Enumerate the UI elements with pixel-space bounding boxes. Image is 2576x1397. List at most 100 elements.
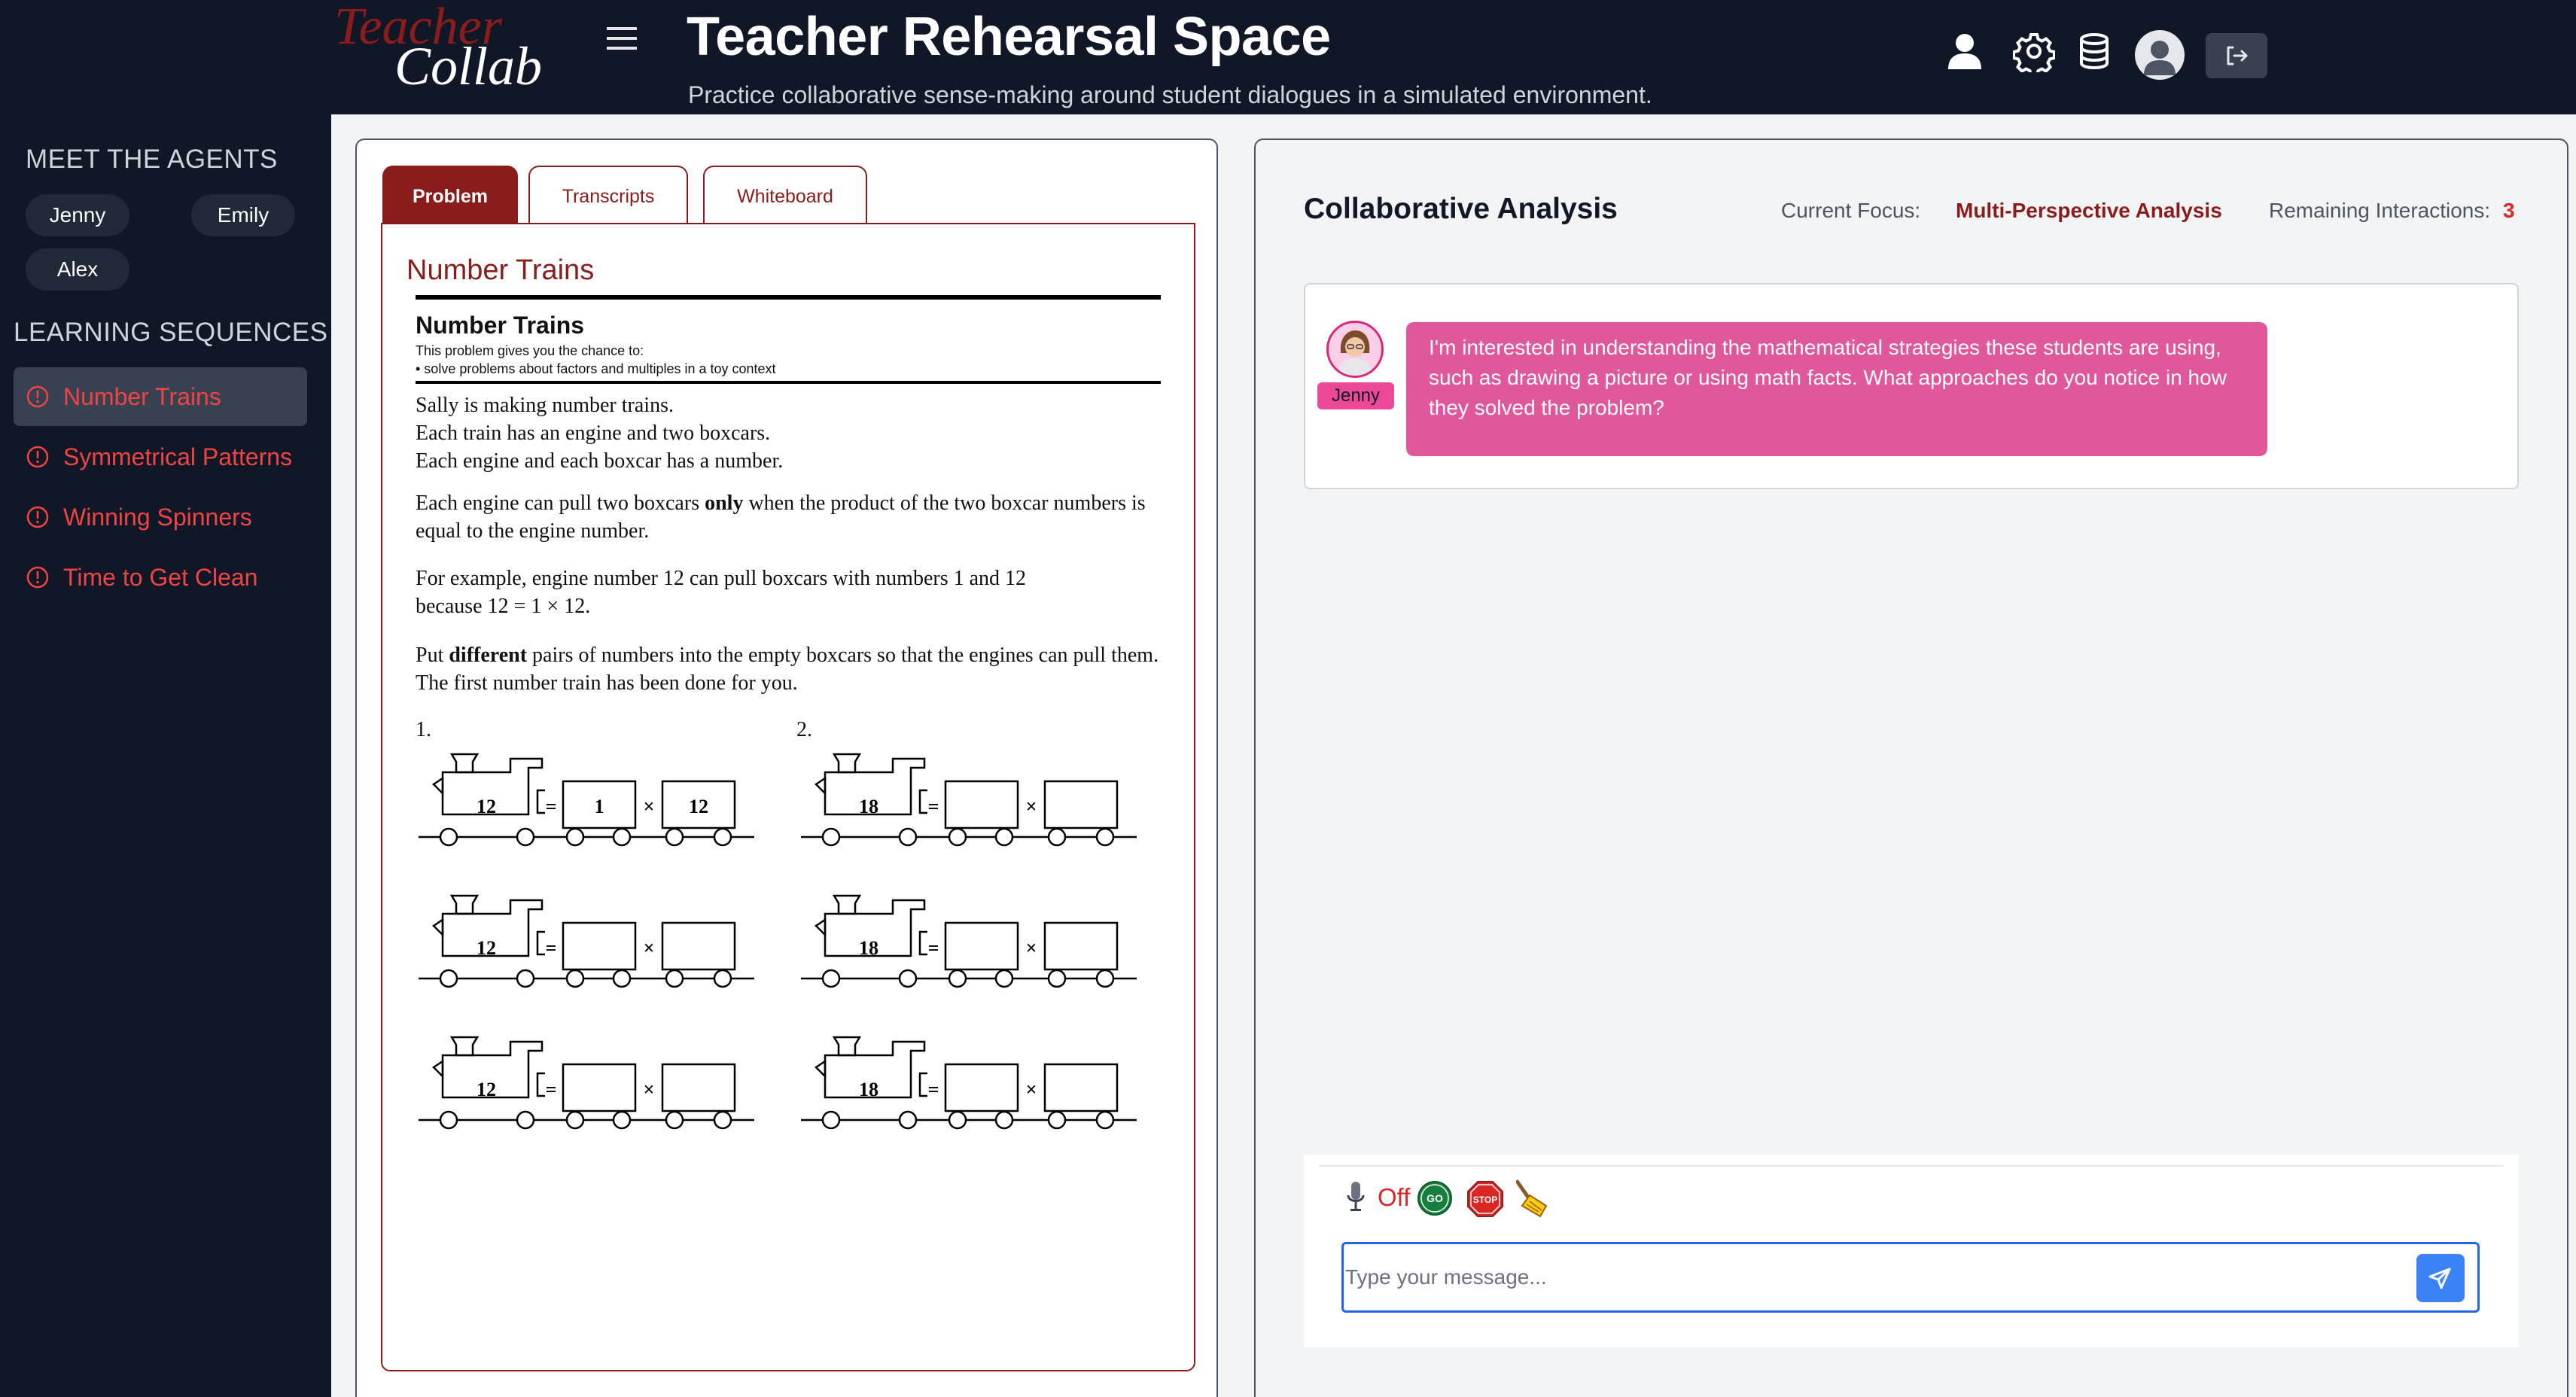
agents-heading: MEET THE AGENTS — [26, 145, 278, 174]
go-button-icon[interactable]: GO — [1417, 1180, 1453, 1216]
number-train: 12 = × — [419, 894, 754, 988]
mic-status-label: Off — [1378, 1183, 1411, 1211]
sequence-label: Symmetrical Patterns — [63, 443, 293, 470]
sequence-item-winning-spinners[interactable]: Winning Spinners — [14, 488, 307, 546]
times-sign: × — [644, 1079, 655, 1100]
stop-label: STOP — [1473, 1195, 1497, 1205]
remaining-interactions-count: 3 — [2503, 199, 2515, 222]
question-number-1: 1. — [416, 718, 431, 741]
worksheet-intro: This problem gives you the chance to: — [416, 343, 644, 358]
text-emphasis: different — [449, 644, 528, 667]
times-sign: × — [644, 937, 655, 959]
sequences-heading: LEARNING SEQUENCES — [14, 318, 328, 347]
worksheet-top-rule — [416, 295, 1161, 300]
sequence-item-symmetrical-patterns[interactable]: Symmetrical Patterns — [14, 428, 307, 486]
logout-icon — [2227, 46, 2248, 65]
equals-sign: = — [546, 1079, 557, 1100]
worksheet-line: Sally is making number trains. — [416, 394, 674, 417]
top-header: Teacher Collab Teacher Rehearsal Space P… — [0, 0, 2576, 114]
boxcar-number: 12 — [689, 796, 708, 817]
times-sign: × — [1026, 1079, 1037, 1100]
text-run: pairs of numbers into the empty boxcars … — [416, 644, 1159, 695]
worksheet-title: Number Trains — [416, 312, 585, 339]
problem-title: Number Trains — [406, 254, 595, 286]
alert-circle-icon — [26, 566, 49, 589]
text-run: Put — [416, 644, 449, 667]
times-sign: × — [644, 796, 655, 817]
worksheet-objective: • solve problems about factors and multi… — [416, 361, 776, 376]
sequence-item-time-to-get-clean[interactable]: Time to Get Clean — [14, 548, 307, 607]
question-number-2: 2. — [796, 718, 812, 741]
gear-icon[interactable] — [2013, 30, 2055, 72]
number-train: 12 = × — [419, 1036, 754, 1130]
equals-sign: = — [928, 937, 939, 959]
equals-sign: = — [546, 796, 557, 817]
worksheet-paragraph-2: Each engine can pull two boxcars only wh… — [416, 489, 1161, 545]
number-train: 18 = × — [801, 894, 1137, 988]
tab-whiteboard[interactable]: Whiteboard — [703, 166, 867, 226]
message-input[interactable] — [1345, 1247, 2399, 1307]
sequence-item-number-trains[interactable]: Number Trains — [14, 367, 307, 426]
agent-pill-jenny[interactable]: Jenny — [26, 194, 129, 236]
equals-sign: = — [928, 1079, 939, 1100]
number-train: 18 = × — [801, 753, 1137, 847]
worksheet-paragraph-1: Sally is making number trains. Each trai… — [416, 391, 1161, 475]
times-sign: × — [1026, 937, 1037, 959]
composer-divider — [1319, 1165, 2504, 1167]
avatar-silhouette-icon — [2144, 41, 2176, 75]
alert-circle-icon — [26, 446, 49, 468]
number-train: 12 = 1 × 12 — [419, 753, 754, 847]
engine-number: 12 — [477, 937, 496, 959]
problem-card: Problem Transcripts Whiteboard Number Tr… — [355, 138, 1218, 1397]
sequence-label: Winning Spinners — [63, 503, 252, 531]
engine-number: 18 — [859, 937, 878, 959]
text-run: Each engine can pull two boxcars — [416, 492, 705, 515]
send-icon — [2428, 1268, 2451, 1289]
worksheet-paragraph-4: Put different pairs of numbers into the … — [416, 641, 1161, 697]
agent-pill-emily[interactable]: Emily — [191, 194, 295, 236]
logout-button[interactable] — [2206, 33, 2267, 78]
go-label: GO — [1427, 1192, 1443, 1204]
worksheet-paragraph-3: For example, engine number 12 can pull b… — [416, 567, 1027, 618]
hamburger-menu-icon[interactable] — [601, 20, 643, 57]
microphone-icon[interactable] — [1344, 1180, 1367, 1215]
send-button[interactable] — [2416, 1254, 2465, 1302]
page-title: Teacher Rehearsal Space — [687, 7, 1331, 67]
equals-sign: = — [928, 796, 939, 817]
worksheet-line: Each engine and each boxcar has a number… — [416, 449, 784, 473]
alert-circle-icon — [26, 506, 49, 528]
alert-circle-icon — [26, 385, 49, 408]
clear-broom-icon[interactable] — [1516, 1176, 1555, 1218]
logo-text-bottom: Collab — [394, 36, 542, 96]
worksheet-line: Each train has an engine and two boxcars… — [416, 422, 771, 445]
tab-transcripts[interactable]: Transcripts — [528, 166, 688, 226]
agent-name-tag: Jenny — [1317, 382, 1394, 409]
current-focus-value: Multi-Perspective Analysis — [1956, 199, 2222, 222]
tab-problem[interactable]: Problem — [382, 166, 518, 226]
user-icon[interactable] — [1944, 30, 1986, 72]
agent-pill-alex[interactable]: Alex — [26, 248, 129, 291]
remaining-interactions-label: Remaining Interactions: — [2269, 199, 2491, 222]
number-train: 18 = × — [801, 1036, 1137, 1130]
teacher-collab-logo[interactable]: Teacher Collab — [331, 0, 557, 98]
profile-avatar[interactable] — [2135, 30, 2185, 80]
text-emphasis: only — [705, 492, 744, 515]
sequence-label: Time to Get Clean — [63, 563, 258, 591]
engine-number: 12 — [477, 1079, 496, 1100]
analysis-title: Collaborative Analysis — [1304, 193, 1618, 225]
engine-number: 12 — [477, 796, 496, 817]
times-sign: × — [1026, 796, 1037, 817]
agent-avatar-jenny — [1326, 321, 1384, 378]
sidebar: MEET THE AGENTS Jenny Emily Alex LEARNIN… — [0, 114, 331, 1397]
stop-sign-icon[interactable]: STOP — [1466, 1180, 1504, 1218]
worksheet-rule — [416, 381, 1161, 384]
engine-number: 18 — [859, 1079, 878, 1100]
database-icon[interactable] — [2073, 30, 2115, 72]
teacher-portrait-icon — [1329, 323, 1381, 376]
message-bubble-jenny: I'm interested in understanding the math… — [1406, 322, 2267, 456]
equals-sign: = — [546, 937, 557, 959]
message-input-box — [1341, 1242, 2480, 1313]
page-subtitle: Practice collaborative sense-making arou… — [688, 81, 1652, 108]
problem-worksheet: Number Trains This problem gives you the… — [406, 295, 1167, 1135]
engine-number: 18 — [859, 796, 878, 817]
